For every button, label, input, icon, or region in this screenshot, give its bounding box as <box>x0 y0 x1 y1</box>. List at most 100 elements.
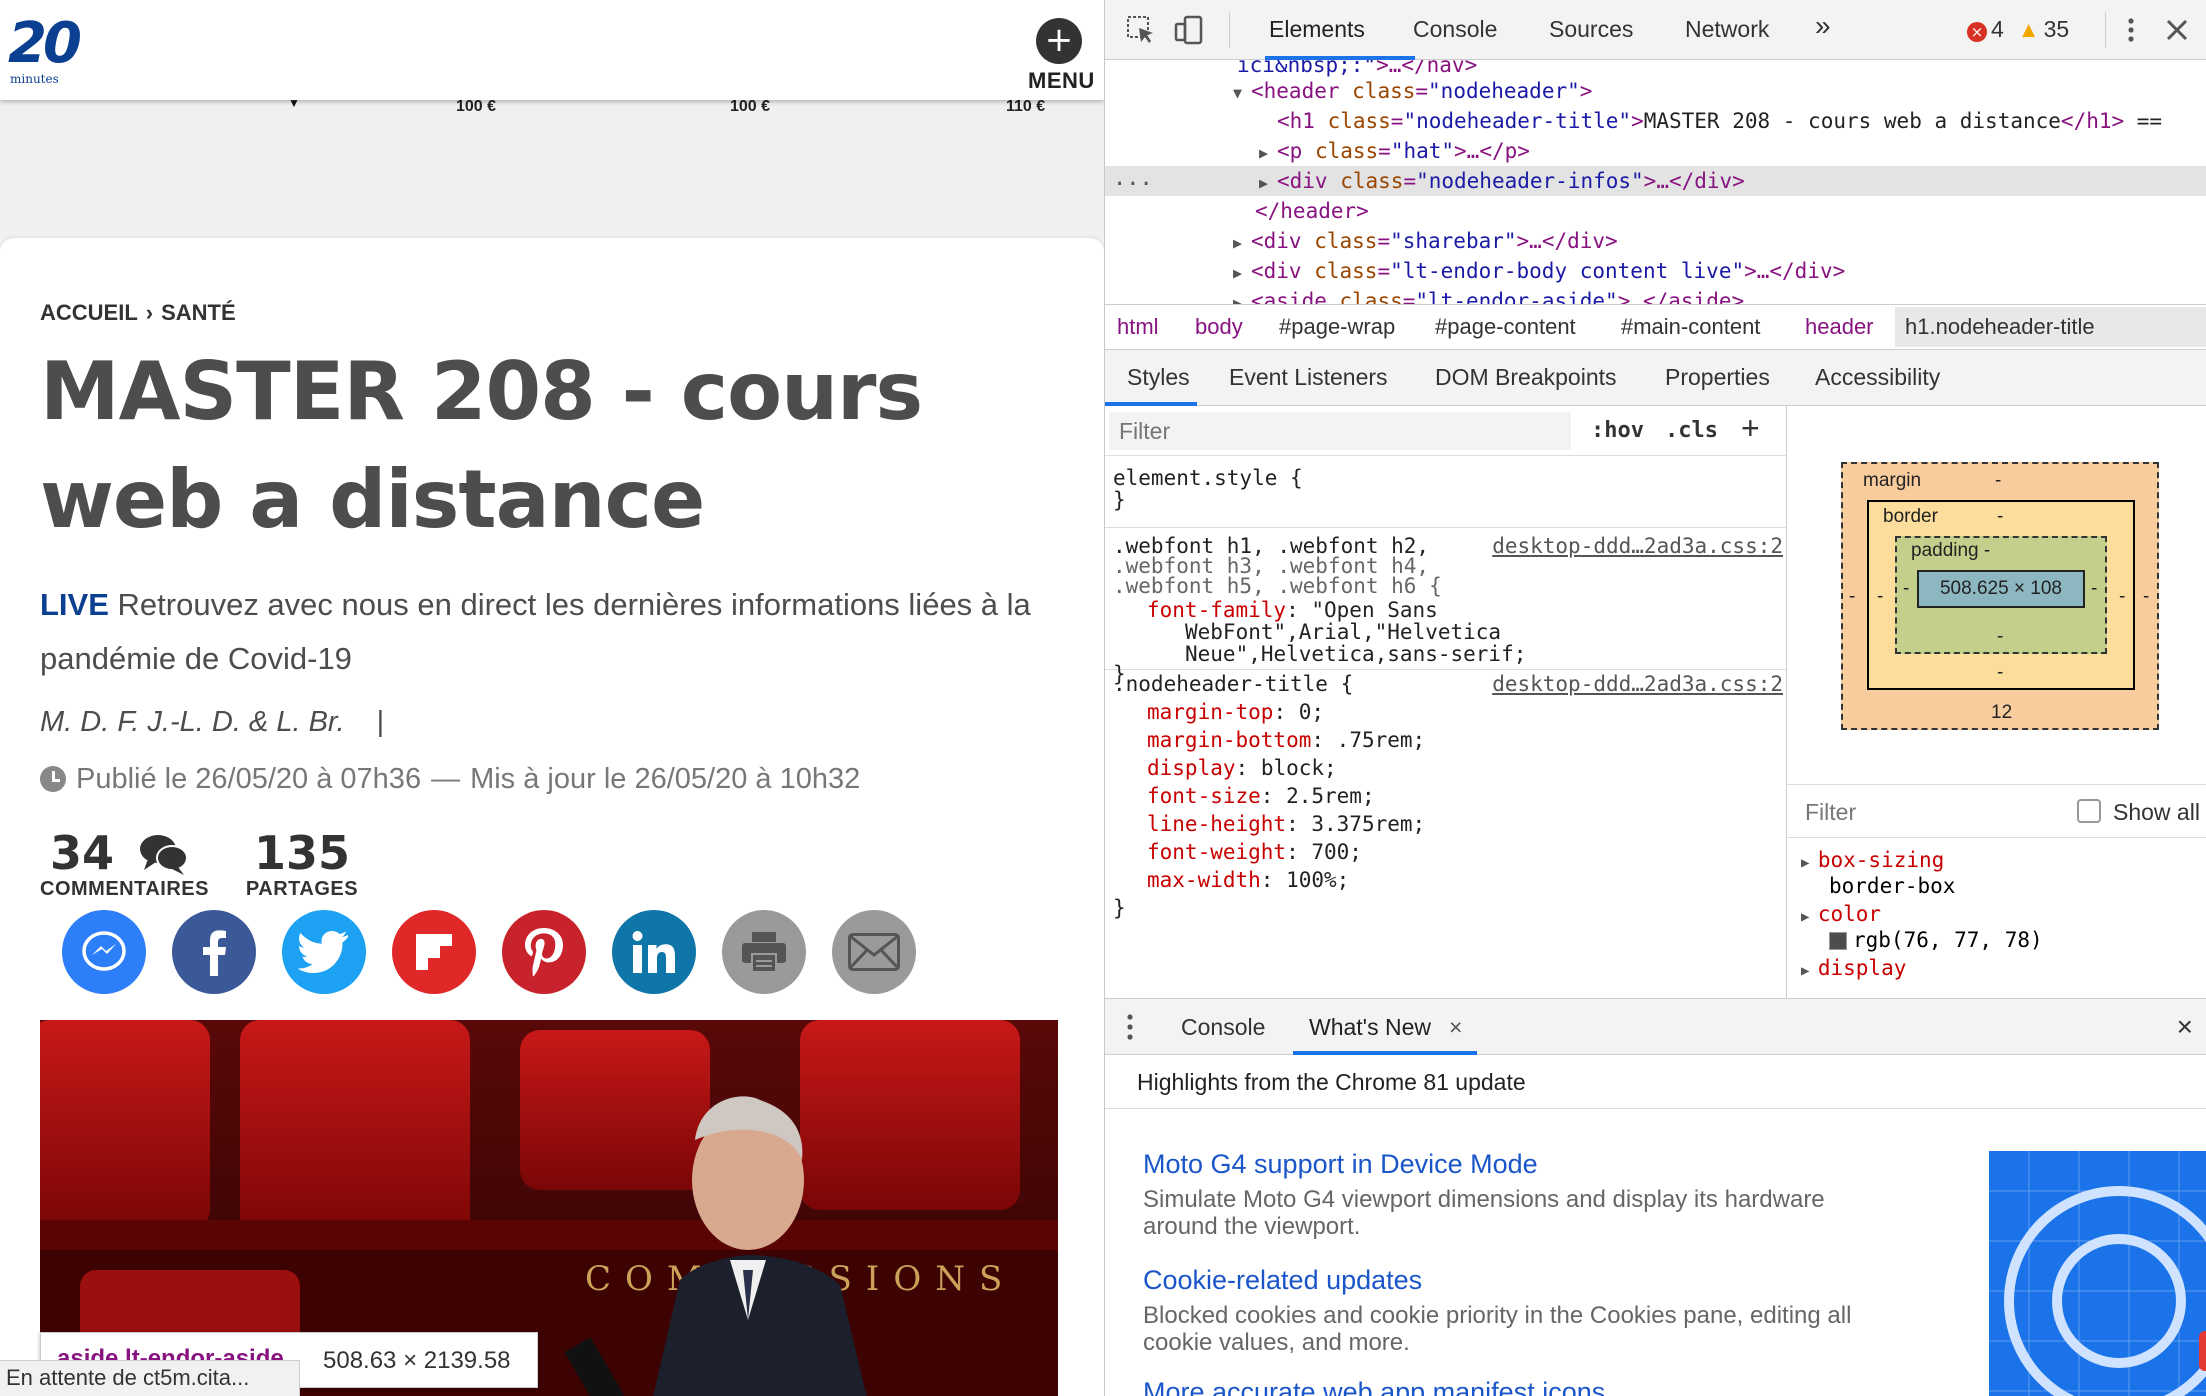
class-toggle[interactable]: .cls <box>1665 418 1718 443</box>
pinterest-icon <box>525 928 563 977</box>
tab-properties[interactable]: Properties <box>1665 364 1770 391</box>
css-value: 3.375rem; <box>1311 812 1426 836</box>
tab-dom-breakpoints[interactable]: DOM Breakpoints <box>1435 364 1617 391</box>
crumb-h1[interactable]: h1.nodeheader-title <box>1905 314 2095 340</box>
box-model-content[interactable]: 508.625 × 108 <box>1917 570 2085 608</box>
expanded-triangle-icon[interactable]: ▼ <box>1233 78 1251 108</box>
show-all-checkbox[interactable] <box>2077 799 2101 823</box>
dom-node-endor-body[interactable]: ▶ <div class="lt-endor-body content live"… <box>1233 256 1845 286</box>
tab-styles[interactable]: Styles <box>1127 364 1190 391</box>
css-declaration[interactable]: display: block; <box>1147 754 1337 782</box>
menu-label: MENU <box>1028 68 1095 93</box>
hover-state-toggle[interactable]: :hov <box>1591 418 1644 443</box>
kebab-menu-icon[interactable] <box>2115 14 2147 46</box>
collapsed-triangle-icon[interactable]: ▶ <box>1259 138 1277 168</box>
expand-triangle-icon[interactable]: ▶ <box>1801 855 1818 871</box>
new-style-rule-button[interactable]: + <box>1741 410 1760 447</box>
breadcrumb: ACCUEIL › SANTÉ <box>40 300 236 326</box>
dom-node-header[interactable]: ▼ <header class="nodeheader"> <box>1233 76 1592 106</box>
dom-row-options-icon[interactable]: ... <box>1113 166 1153 192</box>
crumb-html[interactable]: html <box>1117 314 1159 340</box>
computed-filter-input[interactable]: Filter <box>1805 799 1856 826</box>
dom-node-endor-aside[interactable]: ▶ <aside class="lt-endor-aside">…</aside> <box>1233 286 1744 304</box>
expand-triangle-icon[interactable]: ▶ <box>1801 909 1818 925</box>
box-model-pane: margin - - - 12 border - - - - padding -… <box>1787 406 2206 998</box>
tab-sources[interactable]: Sources <box>1549 16 1633 43</box>
css-property: font-size <box>1147 784 1261 808</box>
share-twitter-button[interactable] <box>282 910 366 994</box>
css-declaration[interactable]: font-weight: 700; <box>1147 838 1362 866</box>
issues-counter[interactable]: × 4 ▲ 35 <box>1967 16 2069 43</box>
dom-node-p-hat[interactable]: ▶ <p class="hat">…</p> <box>1259 136 1530 166</box>
box-model-padding[interactable]: padding - - - - 508.625 × 108 <box>1895 536 2107 654</box>
menu-button[interactable]: + MENU <box>1028 18 1095 94</box>
element-style-selector[interactable]: element.style { <box>1113 464 1303 492</box>
share-pinterest-button[interactable] <box>502 910 586 994</box>
whats-new-link[interactable]: More accurate web app manifest icons <box>1143 1377 1903 1396</box>
css-declaration[interactable]: max-width: 100%; <box>1147 866 1349 894</box>
css-property: margin-top <box>1147 700 1274 724</box>
tab-network[interactable]: Network <box>1685 16 1769 43</box>
share-print-button[interactable] <box>722 910 806 994</box>
color-swatch[interactable] <box>1829 932 1847 950</box>
breadcrumb-home-link[interactable]: ACCUEIL <box>40 300 138 325</box>
stylesheet-source-link[interactable]: desktop-ddd…2ad3a.css:2 <box>1492 670 1783 698</box>
drawer-menu-icon[interactable] <box>1125 1013 1135 1041</box>
tab-accessibility[interactable]: Accessibility <box>1815 364 1940 391</box>
crumb-page-content[interactable]: #page-content <box>1435 314 1576 340</box>
expand-triangle-icon[interactable]: ▶ <box>1801 963 1818 979</box>
crumb-page-wrap[interactable]: #page-wrap <box>1279 314 1395 340</box>
share-flipboard-button[interactable] <box>392 910 476 994</box>
crumb-main-content[interactable]: #main-content <box>1621 314 1760 340</box>
computed-filter-bar: Filter Show all <box>1787 784 2206 838</box>
site-logo[interactable]: 20 minutes <box>8 16 82 90</box>
collapsed-triangle-icon[interactable]: ▶ <box>1233 288 1251 304</box>
share-messenger-button[interactable] <box>62 910 146 994</box>
close-drawer-icon[interactable]: × <box>2177 1011 2193 1043</box>
collapsed-triangle-icon[interactable]: ▶ <box>1233 228 1251 258</box>
css-property: line-height <box>1147 812 1287 836</box>
comments-label: COMMENTAIRES <box>40 878 209 900</box>
share-facebook-button[interactable] <box>172 910 256 994</box>
dom-node-h1[interactable]: <h1 class="nodeheader-title">MASTER 208 … <box>1277 106 2162 136</box>
whats-new-link[interactable]: Cookie-related updates <box>1143 1265 1903 1296</box>
dom-tree: ... ici&nbsp;:">…</nav> ▼ <header class="… <box>1105 60 2206 304</box>
css-declaration[interactable]: line-height: 3.375rem; <box>1147 810 1425 838</box>
share-linkedin-button[interactable] <box>612 910 696 994</box>
css-value: 2.5rem; <box>1286 784 1375 808</box>
rule-selector-line[interactable]: .nodeheader-title { <box>1113 670 1353 698</box>
updated-date: Mis à jour le 26/05/20 à 10h32 <box>470 763 861 795</box>
chrome-81-promo-image[interactable] <box>1989 1151 2206 1396</box>
breadcrumb-section-link[interactable]: SANTÉ <box>161 300 236 325</box>
close-icon[interactable] <box>2161 14 2193 46</box>
dom-node-div-infos[interactable]: ▶ <div class="nodeheader-infos">…</div> <box>1259 166 1745 196</box>
css-declaration[interactable]: margin-top: 0; <box>1147 698 1324 726</box>
collapsed-triangle-icon[interactable]: ▶ <box>1233 258 1251 288</box>
drawer-tab-whats-new[interactable]: What's New <box>1309 1014 1431 1041</box>
css-declaration[interactable]: margin-bottom: .75rem; <box>1147 726 1425 754</box>
inspect-element-icon[interactable] <box>1125 14 1157 46</box>
collapsed-triangle-icon[interactable]: ▶ <box>1259 168 1277 198</box>
tab-event-listeners[interactable]: Event Listeners <box>1229 364 1388 391</box>
dom-node-header-close[interactable]: </header> <box>1255 196 1369 226</box>
tab-elements[interactable]: Elements <box>1269 16 1365 43</box>
whats-new-link[interactable]: Moto G4 support in Device Mode <box>1143 1149 1903 1180</box>
crumb-body[interactable]: body <box>1195 314 1243 340</box>
close-tab-icon[interactable]: × <box>1449 1014 1462 1041</box>
box-model-border[interactable]: border - - - - padding - - - - 508.625 ×… <box>1867 500 2135 690</box>
dom-node-sharebar[interactable]: ▶ <div class="sharebar">…</div> <box>1233 226 1618 256</box>
device-toolbar-icon[interactable] <box>1173 14 1205 46</box>
shares-label: PARTAGES <box>245 878 359 900</box>
more-tabs-chevron-icon[interactable]: » <box>1815 10 1831 42</box>
stylesheet-source-link[interactable]: desktop-ddd…2ad3a.css:2 <box>1492 532 1783 560</box>
article-dates: Publié le 26/05/20 à 07h36 — Mis à jour le… <box>40 762 860 796</box>
drawer-tab-console[interactable]: Console <box>1181 1014 1265 1041</box>
print-icon <box>742 932 786 973</box>
styles-filter-input[interactable] <box>1109 412 1571 450</box>
box-model-margin[interactable]: margin - - - 12 border - - - - padding -… <box>1841 462 2159 730</box>
computed-property[interactable]: ▶ display <box>1801 954 1906 985</box>
tab-console[interactable]: Console <box>1413 16 1497 43</box>
css-declaration[interactable]: font-size: 2.5rem; <box>1147 782 1375 810</box>
share-email-button[interactable] <box>832 910 916 994</box>
crumb-header[interactable]: header <box>1805 314 1874 340</box>
